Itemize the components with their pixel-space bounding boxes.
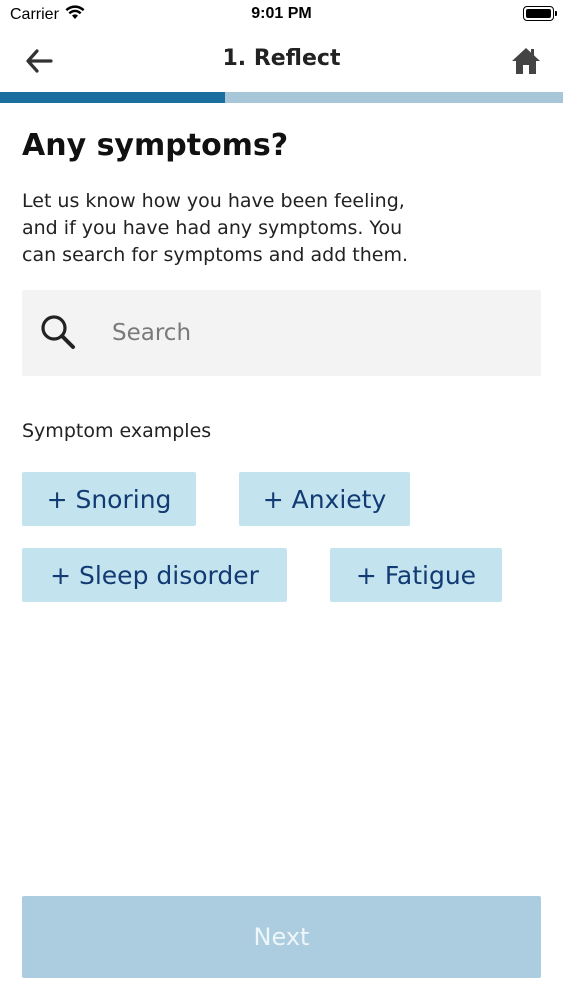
home-button[interactable] bbox=[509, 44, 543, 78]
progress-bar bbox=[0, 92, 563, 103]
progress-fill bbox=[0, 92, 226, 103]
page-description: Let us know how you have been feeling, a… bbox=[22, 190, 409, 266]
search-field[interactable] bbox=[22, 290, 541, 376]
page-heading: Any symptoms? bbox=[22, 128, 289, 163]
battery-icon bbox=[523, 6, 557, 21]
status-time: 9:01 PM bbox=[251, 5, 312, 22]
next-button[interactable]: Next bbox=[22, 896, 541, 978]
chip-sleep-disorder[interactable]: + Sleep disorder bbox=[22, 548, 287, 602]
chip-snoring[interactable]: + Snoring bbox=[22, 472, 196, 526]
search-icon bbox=[41, 315, 75, 349]
nav-bar: 1. Reflect bbox=[0, 30, 563, 92]
search-input[interactable] bbox=[112, 310, 522, 356]
status-bar: Carrier 9:01 PM bbox=[0, 0, 563, 30]
chip-anxiety[interactable]: + Anxiety bbox=[239, 472, 410, 526]
page-title-bar: 1. Reflect bbox=[222, 46, 341, 71]
chip-fatigue[interactable]: + Fatigue bbox=[330, 548, 502, 602]
home-icon bbox=[512, 48, 540, 74]
symptom-examples-label: Symptom examples bbox=[22, 420, 212, 442]
